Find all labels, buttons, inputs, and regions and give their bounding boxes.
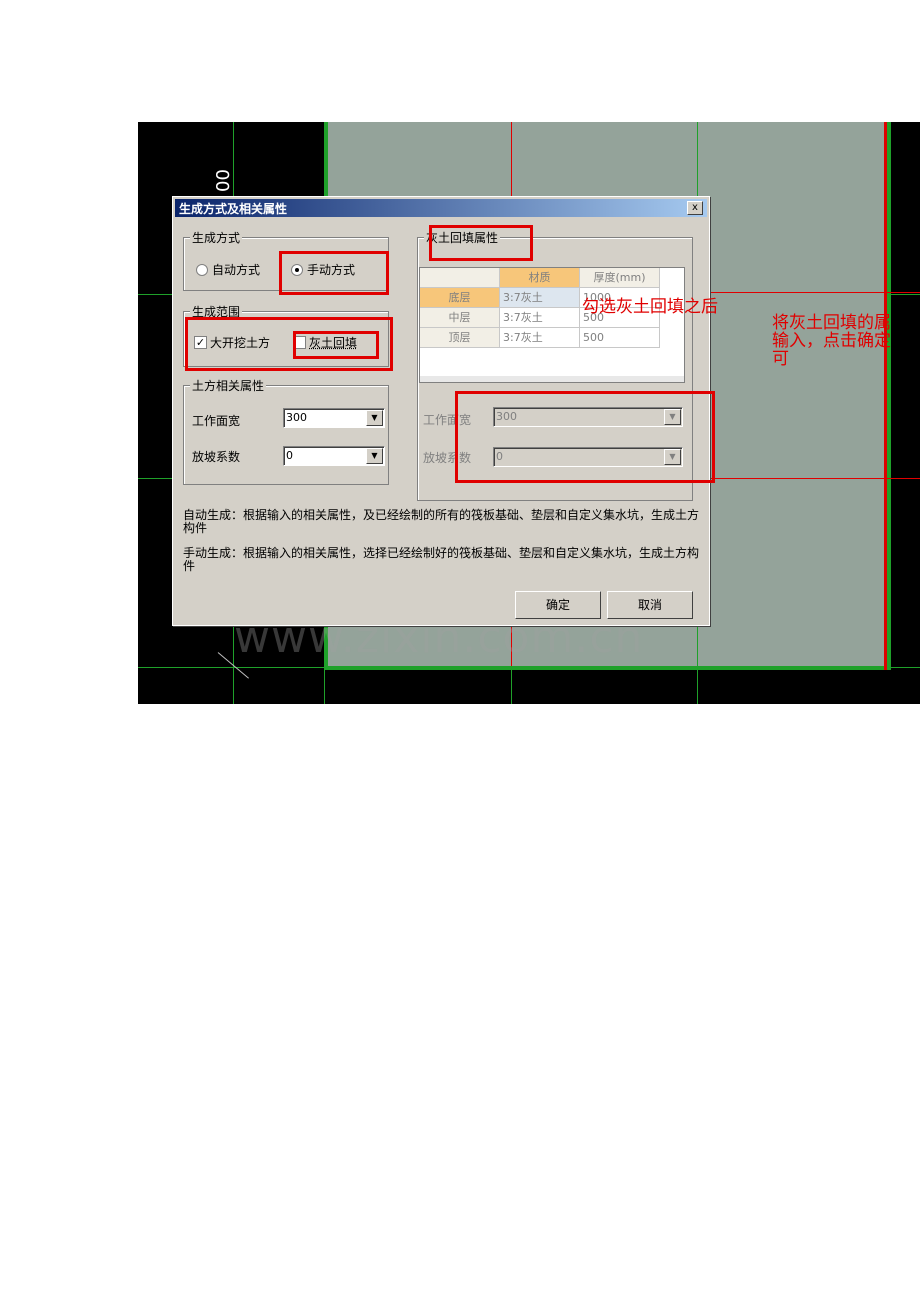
cad-canvas: 00 www.zixin.com.cn 生成方式及相关属性 x 生成方式 自动方… bbox=[138, 122, 920, 704]
axis-line bbox=[708, 292, 920, 293]
work-width-label: 工作面宽 bbox=[192, 414, 241, 428]
axis-line bbox=[708, 478, 920, 479]
chevron-down-icon[interactable]: ▼ bbox=[366, 448, 383, 464]
annotation-line-3: 可 bbox=[772, 349, 789, 369]
annotation-after-check: 勾选灰土回填之后 bbox=[582, 297, 718, 317]
grid-line bbox=[511, 667, 512, 704]
cancel-button[interactable]: 取消 bbox=[607, 591, 693, 619]
table-row-header[interactable]: 中层 bbox=[420, 308, 500, 328]
slope-value: 0 bbox=[286, 449, 293, 462]
slab-border bbox=[887, 122, 891, 670]
table-cell[interactable]: 3:7灰土 bbox=[500, 308, 580, 328]
work-width-combo[interactable]: 300 ▼ bbox=[283, 408, 385, 428]
manual-description: 手动生成：根据输入的相关属性，选择已经绘制好的筏板基础、垫层和自定义集水坑，生成… bbox=[183, 546, 700, 573]
highlight-box-lime bbox=[293, 331, 379, 359]
table-cell[interactable]: 3:7灰土 bbox=[500, 328, 580, 348]
dimension-text: 00 bbox=[212, 169, 234, 192]
mode-group-legend: 生成方式 bbox=[190, 229, 243, 246]
slope-label: 放坡系数 bbox=[192, 450, 241, 464]
table-cell[interactable]: 3:7灰土 bbox=[500, 288, 580, 308]
properties-dialog: 生成方式及相关属性 x 生成方式 自动方式 手动方式 生成范围 ✓ 大开挖土方 … bbox=[172, 196, 715, 626]
work-width-value: 300 bbox=[286, 411, 307, 424]
title-bar[interactable]: 生成方式及相关属性 x bbox=[175, 199, 707, 217]
earth-props-legend: 土方相关属性 bbox=[190, 377, 267, 394]
table-header-thickness[interactable]: 厚度(mm) bbox=[580, 268, 660, 288]
highlight-box-manual bbox=[279, 251, 389, 295]
highlight-box-lime-title bbox=[429, 225, 533, 261]
table-row-header[interactable]: 底层 bbox=[420, 288, 500, 308]
table-scrollbar[interactable] bbox=[420, 376, 684, 382]
earth-props-group: 土方相关属性 工作面宽 300 ▼ 放坡系数 0 ▼ bbox=[183, 377, 389, 485]
table-row-header[interactable]: 顶层 bbox=[420, 328, 500, 348]
grid-line bbox=[697, 667, 698, 704]
close-button[interactable]: x bbox=[687, 201, 703, 215]
annotation-line-1: 将灰土回填的属 bbox=[772, 313, 891, 333]
layer-table: 材质 厚度(mm) 底层 3:7灰土 1000 中层 3:7灰土 500 顶层 … bbox=[419, 267, 685, 383]
table-corner bbox=[420, 268, 500, 288]
grid-line bbox=[324, 667, 325, 704]
slope-combo[interactable]: 0 ▼ bbox=[283, 446, 385, 466]
annotation-line-2: 输入，点击确定 bbox=[772, 331, 891, 351]
ok-button[interactable]: 确定 bbox=[515, 591, 601, 619]
auto-mode-radio[interactable] bbox=[196, 264, 208, 276]
table-header-material[interactable]: 材质 bbox=[500, 268, 580, 288]
dialog-title: 生成方式及相关属性 bbox=[179, 202, 288, 216]
highlight-box-lime-fields bbox=[455, 391, 715, 483]
auto-mode-label[interactable]: 自动方式 bbox=[212, 261, 260, 278]
auto-description: 自动生成：根据输入的相关属性，及已经绘制的所有的筏板基础、垫层和自定义集水坑，生… bbox=[183, 508, 700, 535]
chevron-down-icon[interactable]: ▼ bbox=[366, 410, 383, 426]
table-cell[interactable]: 500 bbox=[580, 328, 660, 348]
